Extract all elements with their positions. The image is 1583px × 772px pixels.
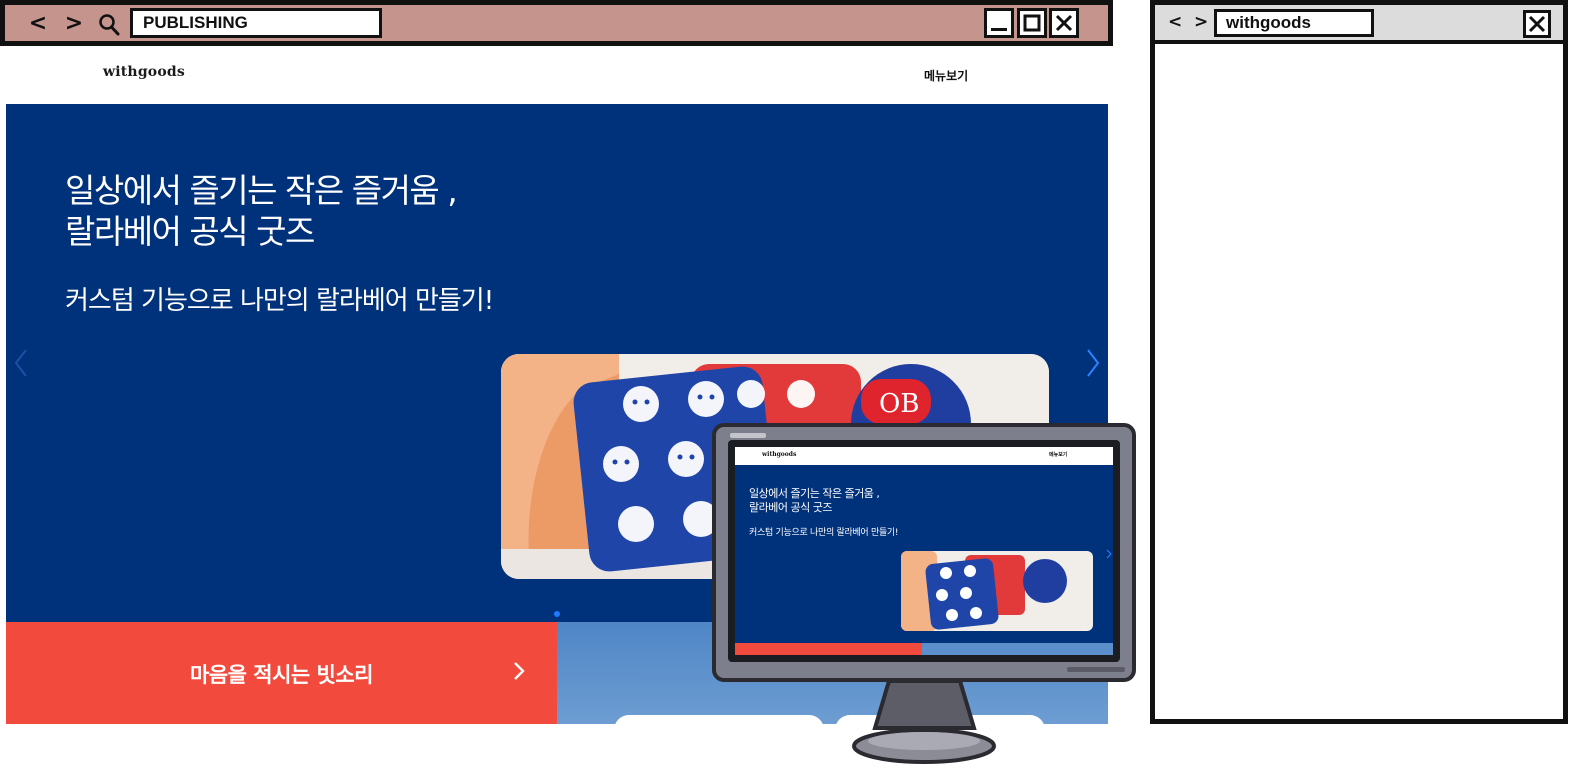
secondary-close-button[interactable] bbox=[1523, 10, 1551, 38]
close-icon bbox=[1055, 14, 1073, 32]
preview-title: 일상에서 즐기는 작은 즐거움 , 랄라베어 공식 굿즈 bbox=[749, 487, 880, 515]
carousel-indicator[interactable] bbox=[554, 611, 560, 617]
preview-title-line1: 일상에서 즐기는 작은 즐거움 , bbox=[749, 487, 880, 500]
back-button[interactable]: < bbox=[25, 10, 51, 36]
secondary-forward-button[interactable]: > bbox=[1194, 12, 1208, 32]
preview-menu: 메뉴보기 bbox=[1049, 452, 1068, 458]
close-icon bbox=[1528, 15, 1546, 33]
secondary-title-bar: < > withgoods bbox=[1155, 5, 1563, 44]
preview-title-line2: 랄라베어 공식 굿즈 bbox=[749, 501, 832, 514]
maximize-icon bbox=[1023, 14, 1041, 32]
site-header: withgoods 메뉴보기 bbox=[6, 46, 1108, 104]
hero-subtitle: 커스텀 기능으로 나만의 랄라베어 만들기! bbox=[65, 286, 494, 316]
site-logo[interactable]: withgoods bbox=[103, 64, 185, 80]
secondary-browser-window: < > withgoods bbox=[1150, 0, 1568, 724]
banner-label: 마음을 적시는 빗소리 bbox=[189, 663, 374, 687]
secondary-address-bar[interactable]: withgoods bbox=[1214, 9, 1374, 37]
monitor-frame bbox=[712, 423, 1136, 764]
address-bar[interactable]: PUBLISHING bbox=[130, 8, 382, 38]
search-icon[interactable] bbox=[98, 13, 120, 37]
forward-button[interactable]: > bbox=[61, 10, 87, 36]
carousel-next-icon[interactable] bbox=[1084, 347, 1102, 379]
hero-title-line2: 랄라베어 공식 굿즈 bbox=[65, 212, 315, 251]
preview-logo: withgoods bbox=[762, 451, 797, 458]
rain-sound-banner[interactable]: 마음을 적시는 빗소리 bbox=[6, 622, 557, 724]
minimize-icon bbox=[991, 28, 1007, 31]
svg-text:OB: OB bbox=[879, 389, 919, 419]
maximize-button[interactable] bbox=[1017, 8, 1047, 38]
hero-title: 일상에서 즐기는 작은 즐거움 , 랄라베어 공식 굿즈 bbox=[65, 170, 458, 252]
monitor-illustration: withgoods 메뉴보기 일상에서 즐기는 작은 즐거움 , 랄라베어 공식… bbox=[712, 423, 1138, 768]
chevron-right-icon bbox=[514, 662, 525, 680]
carousel-prev-icon[interactable] bbox=[12, 347, 30, 379]
main-title-bar: < > PUBLISHING bbox=[0, 0, 1113, 46]
close-button[interactable] bbox=[1049, 8, 1079, 38]
hero-title-line1: 일상에서 즐기는 작은 즐거움 , bbox=[65, 171, 458, 210]
preview-subtitle: 커스텀 기능으로 나만의 랄라베어 만들기! bbox=[749, 528, 899, 538]
secondary-back-button[interactable]: < bbox=[1168, 12, 1182, 32]
minimize-button[interactable] bbox=[984, 8, 1014, 38]
menu-link[interactable]: 메뉴보기 bbox=[924, 67, 968, 84]
